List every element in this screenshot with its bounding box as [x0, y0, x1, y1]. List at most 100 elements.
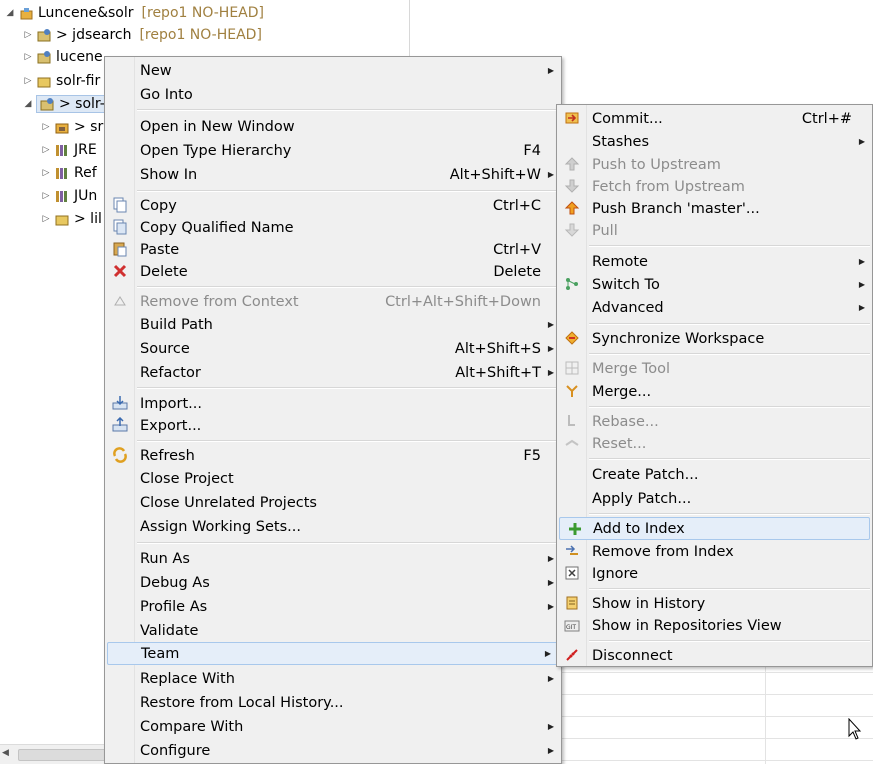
paste-icon	[112, 241, 128, 257]
expand-triangle-icon[interactable]: ▷	[22, 52, 34, 62]
menu-item-show-in-repositories-view[interactable]: GIT Show in Repositories View	[557, 614, 872, 637]
tree-item-label: JRE	[74, 142, 97, 158]
menu-item-validate[interactable]: Validate	[105, 619, 561, 642]
tree-item-solr-selected[interactable]: ◢ > solr-	[22, 93, 108, 115]
menu-item-refactor[interactable]: Refactor Alt+Shift+T ▶	[105, 361, 561, 384]
scrollbar-thumb[interactable]	[18, 749, 108, 761]
menu-item-stashes[interactable]: Stashes ▶	[557, 130, 872, 153]
git-repository-icon: GIT	[564, 617, 580, 633]
tree-item-label: > solr-	[59, 96, 105, 112]
menu-item-run-as[interactable]: Run As ▶	[105, 547, 561, 570]
folder-project-icon	[36, 73, 52, 89]
tree-item-label: solr-fir	[56, 73, 101, 89]
menu-item-remote[interactable]: Remote ▶	[557, 250, 872, 273]
copy-qualified-icon	[112, 219, 128, 235]
menu-item-remove-from-context[interactable]: Remove from Context Ctrl+Alt+Shift+Down	[105, 290, 561, 313]
menu-item-team[interactable]: Team ▶	[107, 642, 559, 665]
menu-item-delete[interactable]: Delete Delete	[105, 260, 561, 283]
tree-item-src[interactable]: ▷ > sr	[40, 116, 104, 138]
expand-triangle-icon[interactable]: ▷	[40, 122, 52, 132]
menu-item-rebase[interactable]: Rebase...	[557, 410, 872, 433]
collapse-triangle-icon[interactable]: ◢	[22, 99, 34, 109]
submenu-arrow-icon: ▶	[544, 649, 551, 658]
menu-item-fetch-upstream[interactable]: Fetch from Upstream	[557, 175, 872, 198]
scroll-left-icon[interactable]: ◀	[2, 748, 9, 758]
tree-item-jdsearch[interactable]: ▷ > jdsearch [repo1 NO-HEAD]	[22, 24, 262, 46]
tree-item-jre[interactable]: ▷ JRE	[40, 139, 97, 161]
tree-item-solr-fir[interactable]: ▷ solr-fir	[22, 70, 101, 92]
menu-item-paste[interactable]: Paste Ctrl+V	[105, 238, 561, 261]
export-icon	[112, 416, 128, 433]
svg-text:GIT: GIT	[566, 624, 576, 631]
menu-item-advanced[interactable]: Advanced ▶	[557, 296, 872, 319]
copy-icon	[112, 197, 128, 213]
menu-item-reset[interactable]: Reset...	[557, 432, 872, 455]
menu-item-show-in-history[interactable]: Show in History	[557, 592, 872, 615]
menu-item-remove-from-index[interactable]: Remove from Index	[557, 540, 872, 563]
collapse-triangle-icon[interactable]: ◢	[4, 8, 16, 18]
tree-item-lib[interactable]: ▷ > lil	[40, 208, 102, 230]
menu-item-merge[interactable]: Merge...	[557, 380, 872, 403]
menu-item-debug-as[interactable]: Debug As ▶	[105, 571, 561, 594]
expand-triangle-icon[interactable]: ▷	[22, 76, 34, 86]
ignore-icon	[564, 565, 580, 581]
submenu-arrow-icon: ▶	[547, 746, 554, 755]
menu-item-close-project[interactable]: Close Project	[105, 467, 561, 490]
menu-item-configure[interactable]: Configure ▶	[105, 739, 561, 762]
tree-item-ref[interactable]: ▷ Ref	[40, 162, 97, 184]
menu-item-synchronize-workspace[interactable]: Synchronize Workspace	[557, 327, 872, 350]
selected-tree-item[interactable]: > solr-	[36, 95, 108, 113]
menu-item-profile-as[interactable]: Profile As ▶	[105, 595, 561, 618]
expand-triangle-icon[interactable]: ▷	[40, 145, 52, 155]
tree-item-junit[interactable]: ▷ JUn	[40, 185, 98, 207]
menu-item-pull[interactable]: Pull	[557, 219, 872, 242]
menu-item-replace-with[interactable]: Replace With ▶	[105, 667, 561, 690]
menu-item-import[interactable]: Import...	[105, 392, 561, 415]
menu-item-push-upstream[interactable]: Push to Upstream	[557, 153, 872, 176]
menu-item-open-type-hierarchy[interactable]: Open Type Hierarchy F4	[105, 139, 561, 162]
menu-item-show-in[interactable]: Show In Alt+Shift+W ▶	[105, 163, 561, 186]
branch-switch-icon	[564, 276, 580, 292]
expand-triangle-icon[interactable]: ▷	[40, 168, 52, 178]
menu-item-open-new-window[interactable]: Open in New Window	[105, 115, 561, 138]
menu-item-source[interactable]: Source Alt+Shift+S ▶	[105, 337, 561, 360]
menu-item-copy[interactable]: Copy Ctrl+C	[105, 194, 561, 217]
tree-item-lucene[interactable]: ▷ lucene	[22, 46, 103, 68]
disconnect-icon	[564, 647, 580, 663]
menu-item-copy-qualified-name[interactable]: Copy Qualified Name	[105, 216, 561, 239]
menu-item-merge-tool[interactable]: Merge Tool	[557, 357, 872, 380]
synchronize-icon	[564, 330, 580, 346]
menu-item-build-path[interactable]: Build Path ▶	[105, 313, 561, 336]
source-folder-icon	[54, 119, 70, 135]
menu-item-assign-working-sets[interactable]: Assign Working Sets...	[105, 515, 561, 538]
menu-item-compare-with[interactable]: Compare With ▶	[105, 715, 561, 738]
menu-item-ignore[interactable]: Ignore	[557, 562, 872, 585]
menu-item-apply-patch[interactable]: Apply Patch...	[557, 487, 872, 510]
menu-item-commit[interactable]: Commit... Ctrl+#	[557, 107, 872, 130]
submenu-arrow-icon: ▶	[858, 137, 865, 146]
menu-item-new[interactable]: New ▶	[105, 59, 561, 82]
menu-item-disconnect[interactable]: Disconnect	[557, 644, 872, 667]
tree-item-luncene-solr[interactable]: ◢ Luncene&solr [repo1 NO-HEAD]	[4, 2, 264, 24]
push-upstream-icon	[564, 156, 580, 172]
tree-item-label: lucene	[56, 49, 103, 65]
menu-item-export[interactable]: Export...	[105, 414, 561, 437]
expand-triangle-icon[interactable]: ▷	[22, 30, 34, 40]
expand-triangle-icon[interactable]: ▷	[40, 214, 52, 224]
submenu-arrow-icon: ▶	[547, 320, 554, 329]
menu-item-create-patch[interactable]: Create Patch...	[557, 463, 872, 486]
reset-icon	[564, 435, 580, 451]
menu-item-refresh[interactable]: Refresh F5	[105, 444, 561, 467]
folder-icon	[54, 211, 70, 227]
menu-item-add-to-index[interactable]: Add to Index	[559, 517, 870, 540]
commit-icon	[564, 110, 580, 126]
menu-item-restore-history[interactable]: Restore from Local History...	[105, 691, 561, 714]
remove-context-icon	[112, 293, 128, 309]
expand-triangle-icon[interactable]: ▷	[40, 191, 52, 201]
menu-item-push-branch[interactable]: Push Branch 'master'...	[557, 197, 872, 220]
project-icon	[18, 5, 34, 21]
menu-item-go-into[interactable]: Go Into	[105, 83, 561, 106]
submenu-arrow-icon: ▶	[547, 674, 554, 683]
menu-item-switch-to[interactable]: Switch To ▶	[557, 273, 872, 296]
menu-item-close-unrelated[interactable]: Close Unrelated Projects	[105, 491, 561, 514]
